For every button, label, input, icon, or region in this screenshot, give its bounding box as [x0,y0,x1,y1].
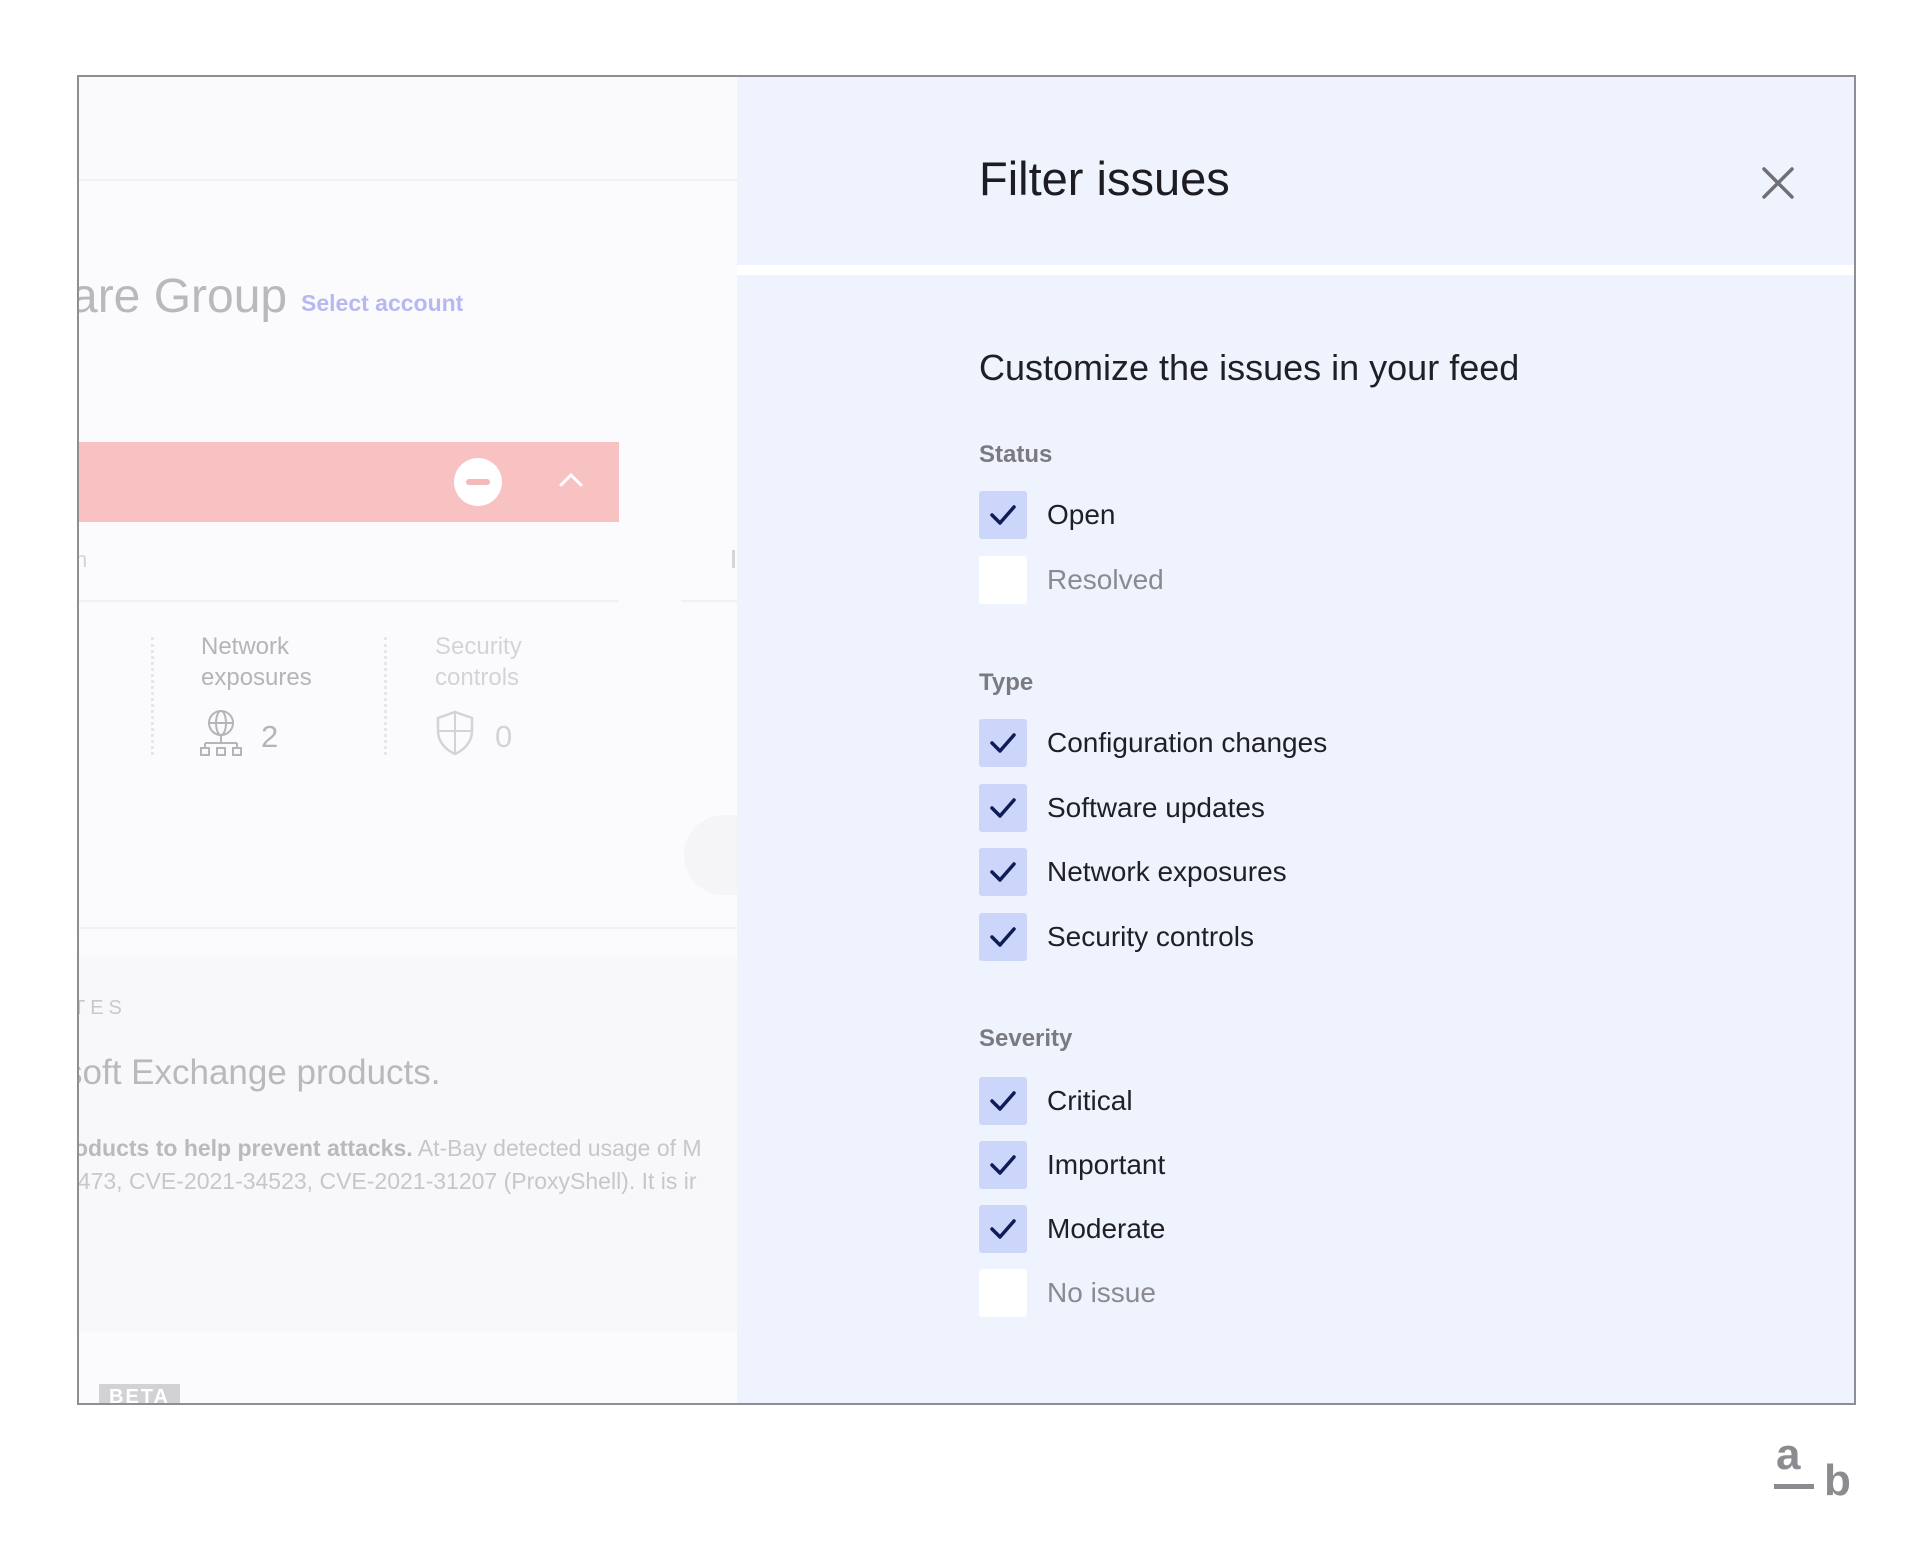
news-headline: soft Exchange products. [79,1053,441,1092]
dotted-separator [151,637,154,755]
filter-option-important[interactable]: Important [979,1141,1165,1189]
column-marker [732,550,735,568]
app-window: are Group Select account n Network expos… [77,75,1856,1405]
drawer-subtitle: Customize the issues in your feed [979,347,1520,388]
section-label-status: Status [979,441,1053,468]
filter-option-label: Critical [1047,1085,1133,1116]
logo-letter-a: a [1776,1430,1801,1479]
filter-option-software-updates[interactable]: Software updates [979,784,1265,832]
filter-option-label: Open [1047,499,1116,530]
company-name: are Group [79,270,288,323]
filter-option-label: Resolved [1047,564,1164,595]
checkbox-unchecked[interactable] [979,556,1027,604]
filter-drawer: Filter issues Customize the issues in yo… [737,77,1854,1403]
metric-value-network: 2 [261,719,279,754]
logo-letter-b: b [1824,1456,1851,1505]
checkbox-checked[interactable] [979,1141,1027,1189]
check-icon [990,505,1016,525]
filter-option-no-issue[interactable]: No issue [979,1269,1156,1317]
dotted-separator [384,637,387,755]
checkbox-checked[interactable] [979,491,1027,539]
check-icon [990,862,1016,882]
metric-label-security: Security controls [435,633,522,691]
news-paragraph: roducts to help prevent attacks. At-Bay … [79,1135,702,1194]
alert-banner [79,442,619,522]
network-icon [200,710,242,756]
filter-option-open[interactable]: Open [979,491,1116,539]
filter-option-configuration-changes[interactable]: Configuration changes [979,719,1327,767]
select-account-link[interactable]: Select account [301,290,463,317]
filter-option-moderate[interactable]: Moderate [979,1205,1165,1253]
drawer-header: Filter issues [737,77,1854,275]
checkbox-unchecked[interactable] [979,1269,1027,1317]
close-icon[interactable] [1750,155,1806,211]
section-label-severity: Severity [979,1025,1073,1052]
top-bar [79,77,737,181]
filter-option-label: No issue [1047,1277,1156,1308]
filter-option-label: Software updates [1047,792,1265,823]
checkbox-checked[interactable] [979,913,1027,961]
filter-option-label: Moderate [1047,1213,1166,1244]
filter-option-resolved[interactable]: Resolved [979,556,1164,604]
minus-circle-icon[interactable] [454,458,502,506]
check-icon [990,1091,1016,1111]
check-icon [990,927,1016,947]
checkbox-checked[interactable] [979,1205,1027,1253]
chevron-up-icon[interactable] [551,460,591,500]
filter-option-label: Security controls [1047,921,1254,952]
shield-icon [436,710,474,756]
section-caps: TES [79,997,127,1019]
logo-bar [1774,1484,1814,1489]
filter-option-network-exposures[interactable]: Network exposures [979,848,1287,896]
brand-logo: a b [1772,1430,1858,1516]
filter-option-label: Configuration changes [1047,727,1328,758]
divider [79,600,619,602]
checkbox-checked[interactable] [979,1077,1027,1125]
drawer-title: Filter issues [979,152,1230,205]
background-button[interactable] [684,815,737,895]
checkbox-checked[interactable] [979,719,1027,767]
filter-option-critical[interactable]: Critical [979,1077,1133,1125]
filter-option-security-controls[interactable]: Security controls [979,913,1254,961]
filter-option-label: Important [1047,1149,1166,1180]
metric-label-network: Network exposures [201,633,312,691]
divider [79,927,737,929]
check-icon [990,1155,1016,1175]
divider [681,600,737,602]
filter-option-label: Network exposures [1047,856,1287,887]
column-fragment: n [79,547,87,573]
checkbox-checked[interactable] [979,848,1027,896]
background-dashboard: are Group Select account n Network expos… [79,77,737,1403]
checkbox-checked[interactable] [979,784,1027,832]
metric-value-security: 0 [495,719,513,754]
check-icon [990,798,1016,818]
check-icon [990,1219,1016,1239]
section-label-type: Type [979,669,1034,696]
beta-badge: BETA [99,1384,180,1403]
check-icon [990,733,1016,753]
